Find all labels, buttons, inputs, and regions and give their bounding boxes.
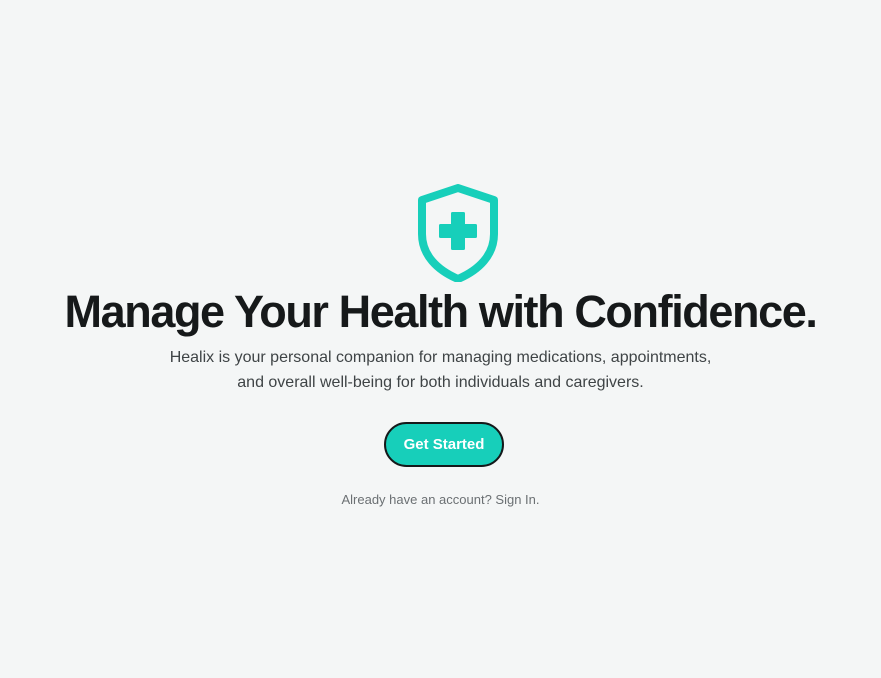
hero-subtitle: Healix is your personal companion for ma…: [140, 345, 741, 395]
hero-title: Manage Your Health with Confidence.: [64, 286, 818, 337]
hero-subtitle-line-1: Healix is your personal companion for ma…: [169, 349, 712, 366]
shield-medical-cross-icon: [418, 184, 498, 282]
hero-subtitle-line-2: and overall well-being for both individu…: [237, 374, 644, 391]
sign-in-prompt: Already have an account? Sign In.: [0, 491, 881, 509]
sign-in-prompt-text: Already have an account?: [341, 492, 492, 507]
get-started-button[interactable]: Get Started: [384, 422, 504, 467]
sign-in-link[interactable]: Sign In.: [495, 492, 539, 507]
hero-section: Manage Your Health with Confidence. Heal…: [0, 0, 881, 678]
